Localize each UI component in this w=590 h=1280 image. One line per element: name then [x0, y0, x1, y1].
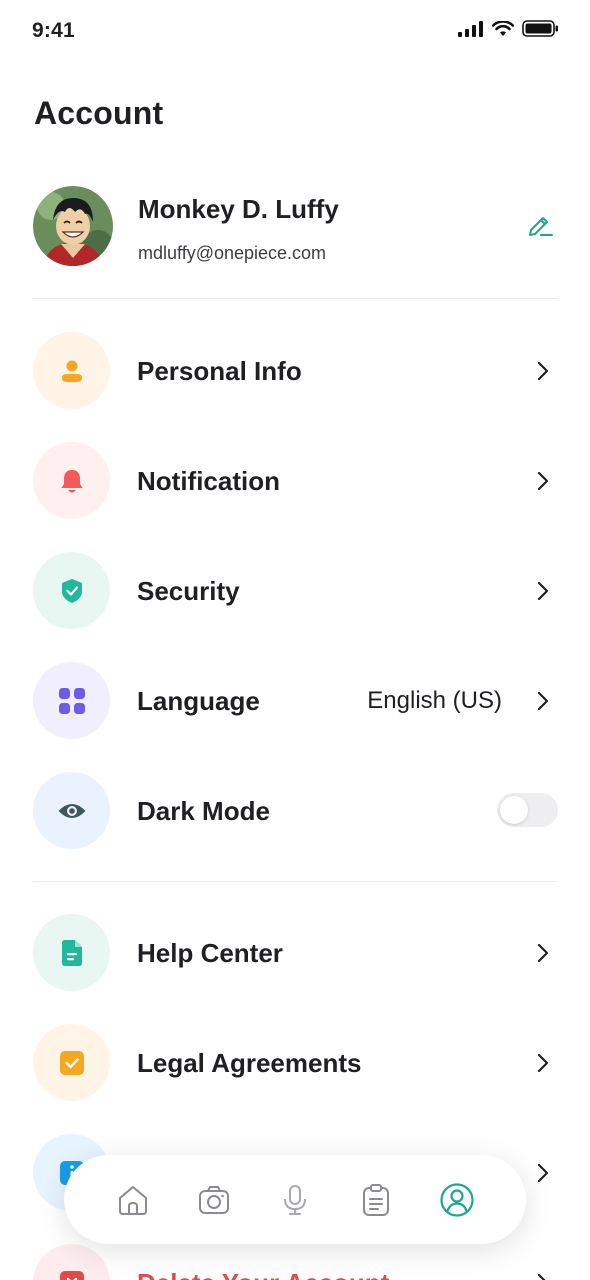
- dark-mode-toggle[interactable]: [497, 793, 558, 827]
- menu-icon-wrap: [33, 772, 110, 849]
- status-bar: 9:41: [0, 0, 590, 62]
- divider: [33, 881, 558, 882]
- delete-icon: [59, 1270, 84, 1280]
- nav-camera[interactable]: [194, 1180, 234, 1220]
- menu-icon-wrap: [33, 332, 110, 409]
- profile-email: mdluffy@onepiece.com: [138, 243, 327, 263]
- signal-icon: [458, 20, 483, 37]
- microphone-icon: [283, 1184, 306, 1215]
- avatar[interactable]: [33, 186, 113, 266]
- nav-clipboard[interactable]: [356, 1180, 396, 1220]
- shield-icon: [61, 578, 82, 603]
- nav-microphone[interactable]: [275, 1180, 315, 1220]
- menu-item-delete-account[interactable]: Delete Your Account: [33, 1244, 558, 1280]
- chevron-right-icon: [537, 471, 549, 491]
- user-icon: [61, 360, 82, 382]
- profile-name: Monkey D. Luffy: [138, 194, 339, 224]
- menu-label: Dark Mode: [137, 796, 270, 826]
- profile-card: Monkey D. Luffy mdluffy@onepiece.com: [33, 186, 558, 268]
- document-icon: [61, 939, 82, 966]
- menu-item-language[interactable]: Language English (US): [33, 662, 558, 740]
- language-value: English (US): [367, 687, 502, 714]
- profile-icon: [440, 1182, 474, 1217]
- menu-item-security[interactable]: Security: [33, 552, 558, 630]
- nav-home[interactable]: [113, 1180, 153, 1220]
- chevron-right-icon: [537, 1163, 549, 1183]
- menu-icon-wrap: [33, 442, 110, 519]
- page-title: Account: [34, 95, 164, 131]
- status-icons: [458, 20, 559, 37]
- menu-label: Help Center: [137, 938, 283, 968]
- menu-label: Language: [137, 686, 260, 716]
- status-time: 9:41: [32, 19, 75, 42]
- battery-icon: [522, 20, 558, 37]
- menu-label: Security: [137, 576, 240, 606]
- nav-profile[interactable]: [437, 1180, 477, 1220]
- menu-icon-wrap: [33, 552, 110, 629]
- edit-pencil-icon[interactable]: [526, 210, 554, 238]
- chevron-right-icon: [537, 943, 549, 963]
- grid-icon: [58, 687, 85, 714]
- chevron-right-icon: [537, 361, 549, 381]
- menu-item-legal-agreements[interactable]: Legal Agreements: [33, 1024, 558, 1102]
- toggle-knob: [500, 796, 528, 824]
- menu-item-notification[interactable]: Notification: [33, 442, 558, 520]
- bottom-nav: [64, 1155, 526, 1244]
- chevron-right-icon: [537, 1273, 546, 1280]
- camera-icon: [198, 1185, 229, 1214]
- chevron-right-icon: [537, 1053, 549, 1073]
- menu-icon-wrap: [33, 914, 110, 991]
- chevron-right-icon: [537, 581, 549, 601]
- checkbox-icon: [59, 1050, 84, 1075]
- menu-label: Delete Your Account: [137, 1268, 389, 1280]
- home-icon: [118, 1185, 147, 1215]
- menu-label: Notification: [137, 466, 280, 496]
- menu-icon-wrap: [33, 662, 110, 739]
- clipboard-icon: [363, 1183, 390, 1216]
- menu-item-dark-mode: Dark Mode: [33, 772, 558, 850]
- menu-label: Legal Agreements: [137, 1048, 362, 1078]
- menu-item-help-center[interactable]: Help Center: [33, 914, 558, 992]
- menu-icon-wrap: [33, 1244, 110, 1280]
- divider: [33, 298, 558, 299]
- menu-item-personal-info[interactable]: Personal Info: [33, 332, 558, 410]
- chevron-right-icon: [537, 691, 549, 711]
- menu-icon-wrap: [33, 1024, 110, 1101]
- eye-icon: [58, 803, 85, 818]
- bell-icon: [61, 469, 82, 492]
- wifi-icon: [492, 20, 514, 36]
- menu-label: Personal Info: [137, 356, 302, 386]
